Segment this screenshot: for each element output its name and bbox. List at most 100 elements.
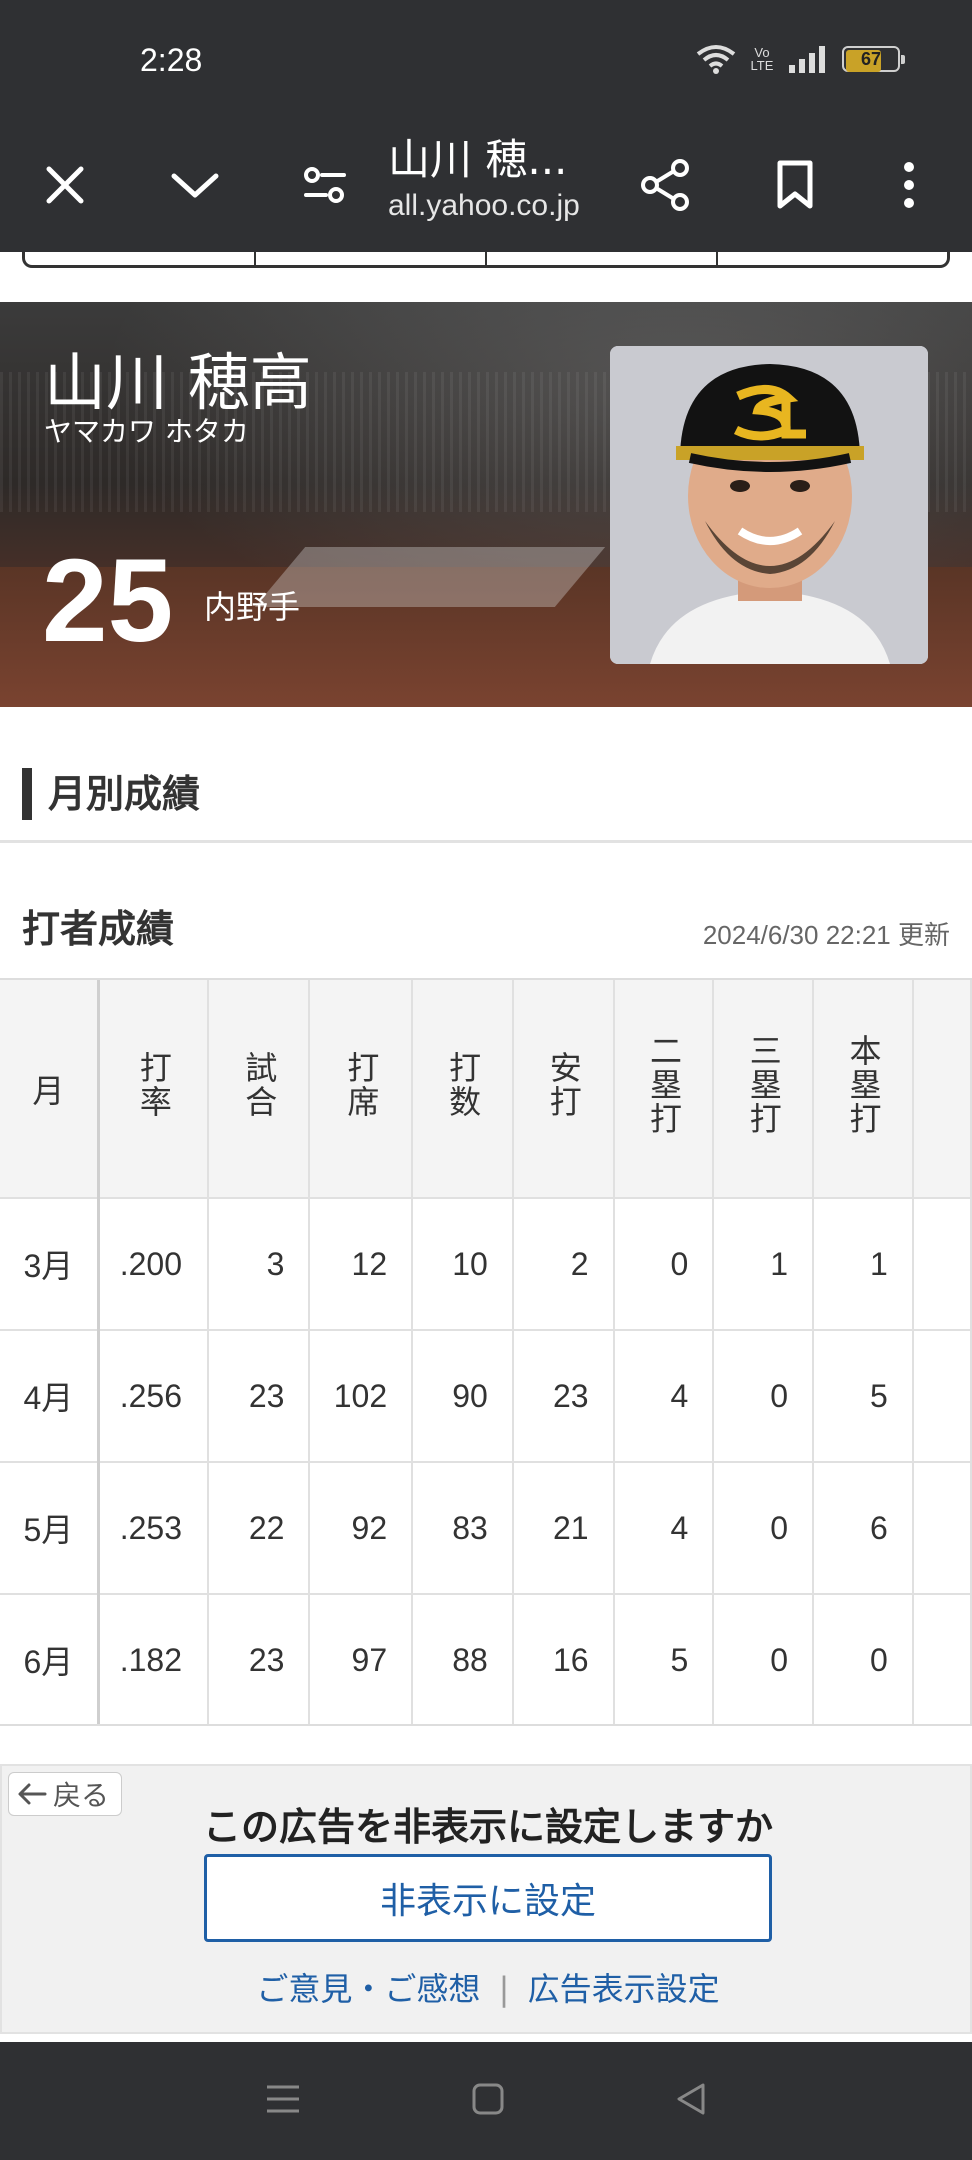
table-cell: 4 xyxy=(613,1330,715,1463)
wifi-icon xyxy=(696,45,736,74)
tune-icon xyxy=(304,167,346,203)
page-title: 山川 穂... xyxy=(388,135,568,184)
ad-settings-link[interactable]: 広告表示設定 xyxy=(528,1970,720,2008)
table-cell: 6 xyxy=(813,1462,914,1595)
link-separator: | xyxy=(498,1970,510,2008)
table-cell: 3月 xyxy=(0,1198,100,1331)
table-row: 3月 .200 3 12 10 2 0 1 1 xyxy=(0,1198,972,1331)
table-cell: 1 xyxy=(713,1198,815,1331)
player-hero: 山川 穂高 ヤマカワ ホタカ 25 内野手 xyxy=(0,302,972,707)
column-header-overflow xyxy=(912,980,972,1199)
table-cell: .253 xyxy=(98,1462,209,1595)
table-cell: 4月 xyxy=(0,1330,100,1463)
status-time: 2:28 xyxy=(140,42,203,78)
column-header: 打席 xyxy=(309,980,414,1199)
back-triangle-icon xyxy=(677,2083,705,2115)
table-cell: 5月 xyxy=(0,1462,100,1595)
ad-question: この広告を非表示に設定しますか xyxy=(202,1805,773,1849)
table-cell: 23 xyxy=(207,1594,311,1724)
table-cell: 5 xyxy=(613,1594,715,1724)
page-title-block[interactable]: 山川 穂... all.yahoo.co.jp xyxy=(388,126,618,223)
table-cell: 97 xyxy=(309,1594,414,1724)
table-cell: 0 xyxy=(713,1594,815,1724)
table-cell: .200 xyxy=(98,1198,209,1331)
column-header: 三塁打 xyxy=(713,980,815,1199)
table-cell-overflow xyxy=(912,1330,972,1463)
column-header: 二塁打 xyxy=(613,980,715,1199)
player-kana: ヤマカワ ホタカ xyxy=(44,415,249,448)
table-row: 5月 .253 22 92 83 21 4 0 6 xyxy=(0,1462,972,1595)
bookmark-button[interactable] xyxy=(760,150,830,220)
table-cell: 90 xyxy=(412,1330,514,1463)
column-header: 打率 xyxy=(98,980,209,1199)
feedback-link[interactable]: ご意見・ご感想 xyxy=(256,1970,480,2008)
table-header-row: 月 打率 試合 打席 打数 安打 二塁打 三塁打 本塁打 xyxy=(0,980,972,1199)
table-cell: 92 xyxy=(309,1462,414,1595)
more-vertical-icon xyxy=(904,162,914,208)
column-header: 安打 xyxy=(512,980,615,1199)
home-square-icon xyxy=(472,2083,504,2115)
player-number: 25 xyxy=(42,535,174,667)
more-options-button[interactable] xyxy=(874,150,944,220)
table-row: 4月 .256 23 102 90 23 4 0 5 xyxy=(0,1330,972,1463)
back-nav-button[interactable] xyxy=(675,2082,707,2120)
page-url: all.yahoo.co.jp xyxy=(388,189,580,222)
divider xyxy=(0,840,972,843)
hide-ad-button[interactable]: 非表示に設定 xyxy=(204,1854,772,1942)
browser-toolbar: 山川 穂... all.yahoo.co.jp xyxy=(0,120,972,252)
player-photo xyxy=(610,346,928,664)
volte-indicator: Vo LTE xyxy=(750,45,774,73)
section-title: 月別成績 xyxy=(22,768,200,820)
table-cell: 23 xyxy=(512,1330,615,1463)
updated-timestamp: 2024/6/30 22:21 更新 xyxy=(702,920,950,950)
column-header: 月 xyxy=(0,980,100,1199)
table-cell: 5 xyxy=(813,1330,914,1463)
ad-links: ご意見・ご感想 | 広告表示設定 xyxy=(2,1964,972,2010)
status-icons: Vo LTE 67 xyxy=(696,44,905,74)
player-portrait-image xyxy=(610,346,928,664)
column-header: 試合 xyxy=(207,980,311,1199)
status-bar: 2:28 Vo LTE 67 xyxy=(0,0,972,120)
home-button[interactable] xyxy=(471,2082,505,2120)
table-cell: 0 xyxy=(813,1594,914,1724)
page-settings-button[interactable] xyxy=(290,150,360,220)
tab-bar-remnant xyxy=(22,252,950,268)
minimize-button[interactable] xyxy=(160,150,230,220)
table-cell-overflow xyxy=(912,1462,972,1595)
table-cell: 88 xyxy=(412,1594,514,1724)
batting-table: 月 打率 試合 打席 打数 安打 二塁打 三塁打 本塁打 3月 .200 3 1… xyxy=(0,980,972,1724)
table-cell: .256 xyxy=(98,1330,209,1463)
batting-table-container[interactable]: 月 打率 試合 打席 打数 安打 二塁打 三塁打 本塁打 3月 .200 3 1… xyxy=(0,978,972,1726)
table-cell: 16 xyxy=(512,1594,615,1724)
column-header: 本塁打 xyxy=(813,980,914,1199)
battery-icon: 67 xyxy=(842,46,905,72)
table-cell: 0 xyxy=(613,1198,715,1331)
recent-apps-button[interactable] xyxy=(265,2084,301,2118)
table-cell: 12 xyxy=(309,1198,414,1331)
player-position: 内野手 xyxy=(204,588,301,626)
table-cell: 83 xyxy=(412,1462,514,1595)
table-cell: 23 xyxy=(207,1330,311,1463)
chevron-down-icon xyxy=(171,173,219,198)
table-cell: 4 xyxy=(613,1462,715,1595)
table-cell: 102 xyxy=(309,1330,414,1463)
menu-icon xyxy=(267,2085,299,2113)
table-cell-overflow xyxy=(912,1594,972,1724)
player-name: 山川 穂高 xyxy=(44,346,312,419)
table-cell: 22 xyxy=(207,1462,311,1595)
table-cell: 0 xyxy=(713,1462,815,1595)
batting-title: 打者成績 xyxy=(22,907,175,951)
table-cell: 1 xyxy=(813,1198,914,1331)
ad-feedback-panel: 戻る この広告を非表示に設定しますか 非表示に設定 ご意見・ご感想 | 広告表示… xyxy=(0,1764,972,2034)
close-tab-button[interactable] xyxy=(30,150,100,220)
table-cell-overflow xyxy=(912,1198,972,1331)
bookmark-icon xyxy=(777,160,813,209)
close-icon xyxy=(46,166,84,204)
table-cell: .182 xyxy=(98,1594,209,1724)
table-cell: 0 xyxy=(713,1330,815,1463)
system-nav-bar xyxy=(0,2042,972,2160)
table-cell: 21 xyxy=(512,1462,615,1595)
table-cell: 3 xyxy=(207,1198,311,1331)
table-cell: 2 xyxy=(512,1198,615,1331)
share-button[interactable] xyxy=(630,150,700,220)
